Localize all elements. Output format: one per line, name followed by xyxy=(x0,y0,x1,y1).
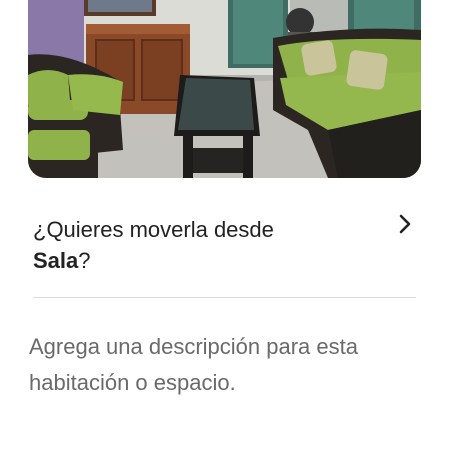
photo-details-screen: ¿Quieres moverla desde Sala? Agrega una … xyxy=(0,0,450,450)
room-name: Sala xyxy=(33,248,79,273)
move-question: ¿Quieres moverla desde xyxy=(33,217,274,242)
chevron-right-icon xyxy=(399,214,411,234)
divider xyxy=(33,297,416,298)
description-field[interactable]: Agrega una descripción para esta habitac… xyxy=(29,329,429,401)
move-photo-row[interactable]: ¿Quieres moverla desde Sala? xyxy=(33,210,423,276)
move-question-end: ? xyxy=(78,248,91,273)
living-room-photo-image xyxy=(28,0,421,178)
room-photo[interactable] xyxy=(28,0,421,178)
move-prompt-text: ¿Quieres moverla desde Sala? xyxy=(33,214,363,276)
